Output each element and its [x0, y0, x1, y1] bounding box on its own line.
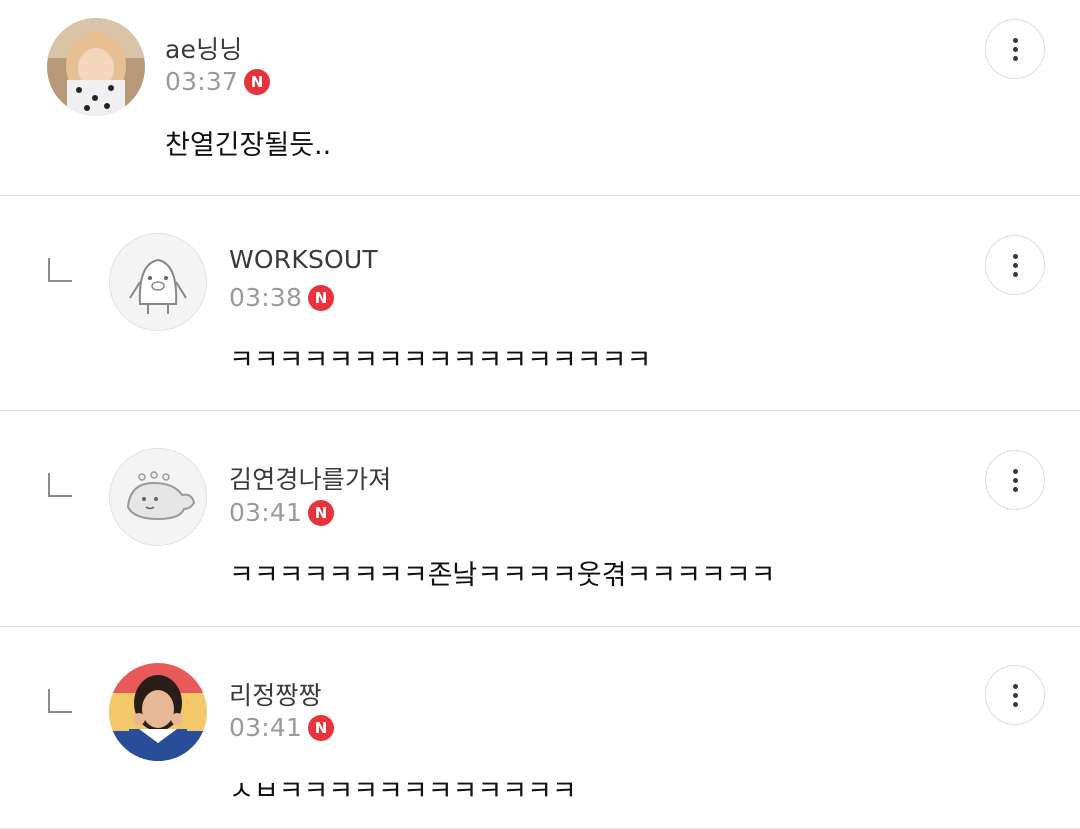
more-vertical-icon[interactable]	[985, 450, 1045, 510]
avatar[interactable]	[109, 448, 207, 546]
comment-text: ㅋㅋㅋㅋㅋㅋㅋㅋㅋㅋㅋㅋㅋㅋㅋㅋㅋ	[229, 345, 652, 376]
avatar[interactable]	[109, 663, 207, 761]
comment-meta: 03:37 N	[165, 67, 271, 96]
comment-time: 03:41	[229, 498, 303, 527]
comment-author[interactable]: ae닝닝	[165, 30, 243, 66]
comment-time: 03:38	[229, 283, 303, 312]
comment-text: 찬열긴장될듯..	[165, 130, 332, 161]
more-vertical-icon[interactable]	[985, 665, 1045, 725]
reply-indicator-icon	[48, 473, 72, 497]
comment-meta: 03:38 N	[229, 283, 335, 312]
reply-indicator-icon	[48, 258, 72, 282]
reply-indicator-icon	[48, 689, 72, 713]
reply-item: WORKSOUT 03:38 N ㅋㅋㅋㅋㅋㅋㅋㅋㅋㅋㅋㅋㅋㅋㅋㅋㅋ	[0, 196, 1080, 411]
reply-item: 김연경나를가져 03:41 N ㅋㅋㅋㅋㅋㅋㅋㅋ존낰ㅋㅋㅋㅋ웃겪ㅋㅋㅋㅋㅋㅋ	[0, 411, 1080, 627]
comment-author[interactable]: 리정짱짱	[229, 676, 322, 712]
avatar[interactable]	[47, 18, 145, 116]
comment-text: ㅋㅋㅋㅋㅋㅋㅋㅋ존낰ㅋㅋㅋㅋ웃겪ㅋㅋㅋㅋㅋㅋ	[229, 560, 776, 591]
comment-author[interactable]: WORKSOUT	[229, 245, 378, 274]
comment-item: ae닝닝 03:37 N 찬열긴장될듯..	[0, 0, 1080, 196]
more-vertical-icon[interactable]	[985, 19, 1045, 79]
more-vertical-icon[interactable]	[985, 235, 1045, 295]
avatar[interactable]	[109, 233, 207, 331]
reply-item: 리정짱짱 03:41 N ㅅㅂㅋㅋㅋㅋㅋㅋㅋㅋㅋㅋㅋㅋ	[0, 627, 1080, 829]
comment-author[interactable]: 김연경나를가져	[229, 460, 391, 496]
new-badge: N	[244, 68, 271, 95]
comment-time: 03:37	[165, 67, 239, 96]
comment-meta: 03:41 N	[229, 498, 335, 527]
comment-time: 03:41	[229, 713, 303, 742]
new-badge: N	[308, 499, 335, 526]
new-badge: N	[308, 714, 335, 741]
comment-meta: 03:41 N	[229, 713, 335, 742]
comment-text: ㅅㅂㅋㅋㅋㅋㅋㅋㅋㅋㅋㅋㅋㅋ	[229, 776, 577, 807]
new-badge: N	[308, 284, 335, 311]
